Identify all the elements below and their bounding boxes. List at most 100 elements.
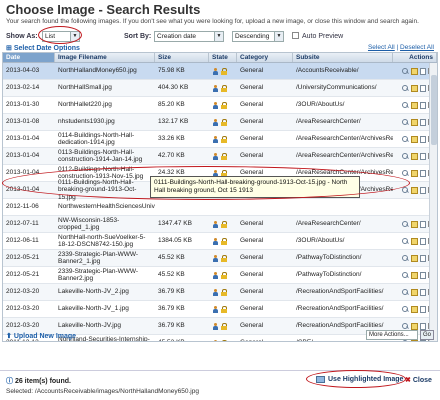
properties-icon[interactable]: [420, 169, 426, 177]
select-date-options-link[interactable]: ⊞ Select Date Options: [6, 44, 80, 52]
view-icon[interactable]: [402, 67, 409, 75]
view-icon[interactable]: [402, 305, 409, 313]
table-row[interactable]: 2013-01-30 NorthHallet220.jpg 85.20 KB Gene…: [3, 97, 437, 114]
table-row[interactable]: 2013-01-04 0113-Buildings-North-Hall-cons…: [3, 148, 437, 165]
cell-filename[interactable]: 0111-Buildings-North-Hall-breaking-groun…: [55, 179, 155, 202]
view-icon[interactable]: [402, 322, 409, 330]
column-header-category[interactable]: Category: [237, 53, 293, 62]
view-icon[interactable]: [402, 169, 409, 177]
table-row[interactable]: 2013-02-14 NorthHallSmall.jpg 404.30 KB Gen…: [3, 80, 437, 97]
go-button[interactable]: Go: [420, 330, 434, 340]
close-button[interactable]: ✖ Close: [405, 376, 432, 385]
edit-icon[interactable]: [411, 152, 418, 160]
edit-icon[interactable]: [411, 220, 418, 228]
cell-filename[interactable]: NorthwesternHealthSciencesUniv.jpg: [55, 203, 155, 211]
table-row[interactable]: 2012-03-20 Lakeville-North-JV_1.jpg 36.79 …: [3, 301, 437, 318]
edit-icon[interactable]: [411, 271, 418, 279]
column-header-size[interactable]: Size: [155, 53, 209, 62]
column-header-filename[interactable]: Image Filename: [55, 53, 155, 62]
column-header-state[interactable]: State: [209, 53, 237, 62]
view-icon[interactable]: [402, 84, 409, 92]
edit-icon[interactable]: [411, 186, 418, 194]
cell-subsite: /3OUR/AboutUs/: [296, 237, 345, 245]
table-row[interactable]: 2013-04-03 NorthHallandMoney650.jpg 75.98 …: [3, 63, 437, 80]
view-icon[interactable]: [402, 237, 409, 245]
properties-icon[interactable]: [420, 152, 426, 160]
properties-icon[interactable]: [420, 237, 426, 245]
view-icon[interactable]: [402, 135, 409, 143]
column-header-subsite[interactable]: Subsite: [293, 53, 393, 62]
edit-icon[interactable]: [411, 288, 418, 296]
cell-filename[interactable]: Lakeville-North-JV.jpg: [55, 322, 155, 330]
cell-filename[interactable]: nhstudents1930.jpg: [55, 118, 155, 126]
cell-filename[interactable]: NorthHall-north-SueVoelker-5-18-12-DSCN8…: [55, 234, 155, 249]
view-icon[interactable]: [402, 118, 409, 126]
properties-icon[interactable]: [420, 254, 426, 262]
table-row[interactable]: 2012-03-20 Lakeville-North-JV_2.jpg 36.79 …: [3, 284, 437, 301]
table-row[interactable]: 2012-06-11 NorthHall-north-SueVoelker-5-1…: [3, 233, 437, 250]
order-select[interactable]: Descending ▼: [232, 31, 284, 42]
properties-icon[interactable]: [420, 220, 426, 228]
cell-filename[interactable]: 2339-Strategic-Plan-WWW-Banner2_1.jpg: [55, 251, 155, 266]
table-scrollbar[interactable]: [429, 63, 437, 341]
view-icon[interactable]: [402, 288, 409, 296]
properties-icon[interactable]: [420, 67, 426, 75]
table-row[interactable]: 2012-05-21 2339-Strategic-Plan-WWW-Banner…: [3, 267, 437, 284]
edit-icon[interactable]: [411, 254, 418, 262]
more-actions-select[interactable]: More Actions...: [366, 330, 418, 340]
table-row[interactable]: 2013-01-08 nhstudents1930.jpg 132.17 KB Gen…: [3, 114, 437, 131]
view-icon[interactable]: [402, 271, 409, 279]
properties-icon[interactable]: [420, 322, 426, 330]
edit-icon[interactable]: [411, 322, 418, 330]
cell-filename[interactable]: NW-Wisconsin-1853-cropped_1.jpg: [55, 217, 155, 232]
lock-icon: [221, 271, 227, 279]
table-row[interactable]: 2012-11-06 NorthwesternHealthSciencesUniv…: [3, 199, 437, 216]
edit-icon[interactable]: [411, 237, 418, 245]
cell-date: 2013-01-04: [6, 169, 40, 177]
view-icon[interactable]: [402, 220, 409, 228]
properties-icon[interactable]: [420, 186, 426, 194]
properties-icon[interactable]: [420, 288, 426, 296]
view-icon[interactable]: [402, 101, 409, 109]
table-row[interactable]: 2012-07-11 NW-Wisconsin-1853-cropped_1.jp…: [3, 216, 437, 233]
edit-icon[interactable]: [411, 118, 418, 126]
cell-filename[interactable]: NorthHallet220.jpg: [55, 101, 155, 109]
cell-filename[interactable]: Lakeville-North-JV_2.jpg: [55, 288, 155, 296]
show-as-select[interactable]: List ▼: [42, 31, 80, 42]
use-highlighted-image-button[interactable]: Use Highlighted Image: [316, 376, 403, 383]
edit-icon[interactable]: [411, 84, 418, 92]
table-row[interactable]: 2013-01-04 0114-Buildings-North-Hall-dedi…: [3, 131, 437, 148]
cell-filename[interactable]: 0114-Buildings-North-Hall-dedication-191…: [55, 132, 155, 147]
cell-filename[interactable]: NorthHallandMoney650.jpg: [55, 67, 155, 75]
properties-icon[interactable]: [420, 271, 426, 279]
properties-icon[interactable]: [420, 135, 426, 143]
table-row[interactable]: 2012-05-21 2339-Strategic-Plan-WWW-Banner…: [3, 250, 437, 267]
cell-filename[interactable]: NorthHallSmall.jpg: [55, 84, 155, 92]
edit-icon[interactable]: [411, 169, 418, 177]
image-icon: [316, 376, 325, 383]
cell-filename[interactable]: 0113-Buildings-North-Hall-construction-1…: [55, 149, 155, 164]
edit-icon[interactable]: [411, 305, 418, 313]
properties-icon[interactable]: [420, 101, 426, 109]
cell-filename[interactable]: 2339-Strategic-Plan-WWW-Banner2.jpg: [55, 268, 155, 283]
upload-new-image-link[interactable]: ⬆ Upload New Image: [6, 332, 76, 340]
edit-icon[interactable]: [411, 67, 418, 75]
deselect-all-link[interactable]: Deselect All: [400, 44, 434, 51]
auto-preview-checkbox[interactable]: [292, 32, 299, 39]
edit-icon[interactable]: [411, 101, 418, 109]
cell-state: [209, 135, 237, 143]
view-icon[interactable]: [402, 254, 409, 262]
sort-by-select[interactable]: Creation date ▼: [154, 31, 224, 42]
properties-icon[interactable]: [420, 118, 426, 126]
select-all-link[interactable]: Select All: [368, 44, 395, 51]
properties-icon[interactable]: [420, 305, 426, 313]
upload-icon: ⬆: [6, 333, 14, 340]
edit-icon[interactable]: [411, 135, 418, 143]
column-header-date[interactable]: Date: [3, 53, 55, 62]
cell-state: [209, 152, 237, 160]
scrollbar-thumb[interactable]: [431, 75, 437, 145]
view-icon[interactable]: [402, 186, 409, 194]
properties-icon[interactable]: [420, 84, 426, 92]
cell-filename[interactable]: Lakeville-North-JV_1.jpg: [55, 305, 155, 313]
view-icon[interactable]: [402, 152, 409, 160]
